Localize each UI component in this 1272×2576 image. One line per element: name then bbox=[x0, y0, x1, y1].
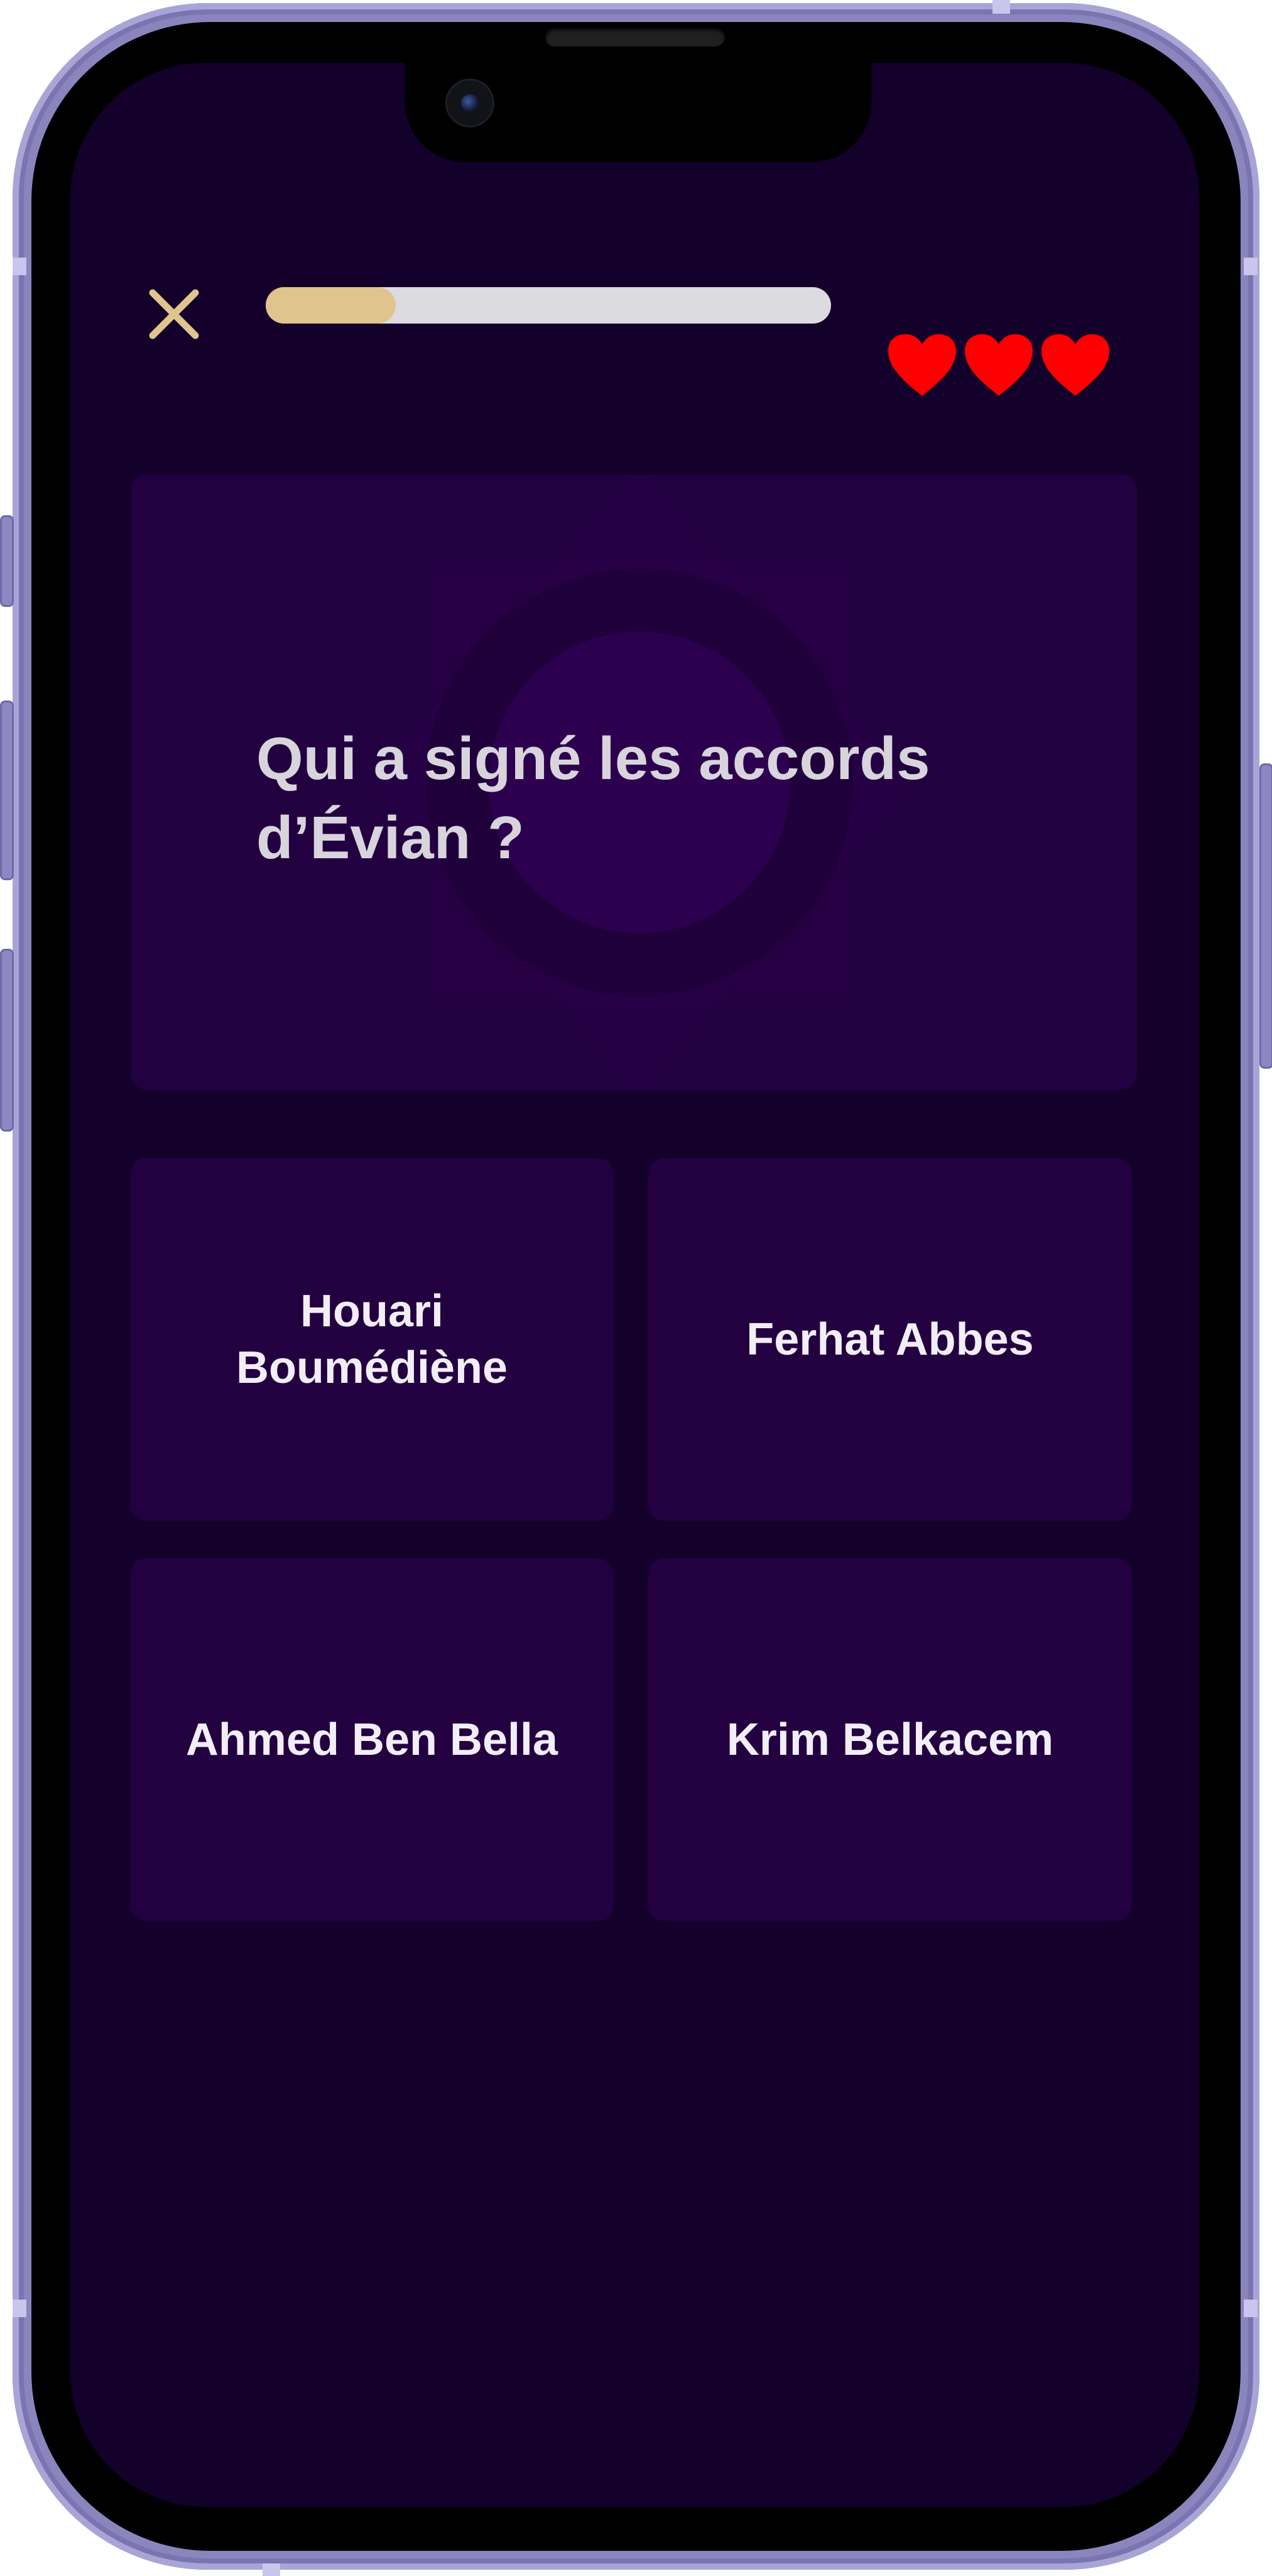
volume-down-button bbox=[0, 949, 14, 1132]
earpiece-speaker bbox=[545, 28, 725, 46]
progress-bar bbox=[266, 287, 831, 324]
screen: Qui a signé les accords d’Évian ? Houari… bbox=[70, 63, 1199, 2507]
answer-label: Ferhat Abbes bbox=[746, 1314, 1034, 1365]
close-x-icon bbox=[149, 289, 199, 339]
answer-option-3[interactable]: Ahmed Ben Bella bbox=[130, 1558, 614, 1921]
antenna-line bbox=[263, 2563, 280, 2576]
answer-label: Krim Belkacem bbox=[726, 1715, 1054, 1765]
answer-label: Ahmed Ben Bella bbox=[185, 1715, 558, 1765]
close-button[interactable] bbox=[143, 283, 205, 346]
answer-option-1[interactable]: Houari Boumédiène bbox=[130, 1158, 614, 1521]
device-mockup: Qui a signé les accords d’Évian ? Houari… bbox=[0, 0, 1272, 2576]
answer-option-2[interactable]: Ferhat Abbes bbox=[648, 1158, 1132, 1521]
heart-icon bbox=[1041, 334, 1109, 396]
antenna-line bbox=[13, 2300, 26, 2317]
power-button bbox=[1259, 763, 1272, 1069]
antenna-line bbox=[1244, 258, 1258, 275]
antenna-line bbox=[1244, 2300, 1258, 2317]
answer-option-4[interactable]: Krim Belkacem bbox=[648, 1558, 1132, 1921]
antenna-line bbox=[13, 258, 26, 275]
heart-icon bbox=[888, 334, 956, 396]
question-text: Qui a signé les accords d’Évian ? bbox=[256, 725, 930, 871]
heart-icon bbox=[965, 334, 1033, 396]
action-button bbox=[0, 515, 14, 607]
answer-label: Houari Boumédiène bbox=[236, 1286, 508, 1393]
antenna-line bbox=[992, 0, 1010, 14]
front-camera-icon bbox=[447, 80, 492, 126]
volume-up-button bbox=[0, 701, 14, 880]
lives-indicator bbox=[887, 333, 1111, 398]
progress-bar-fill bbox=[266, 287, 396, 324]
question-card: Qui a signé les accords d’Évian ? bbox=[131, 474, 1137, 1090]
